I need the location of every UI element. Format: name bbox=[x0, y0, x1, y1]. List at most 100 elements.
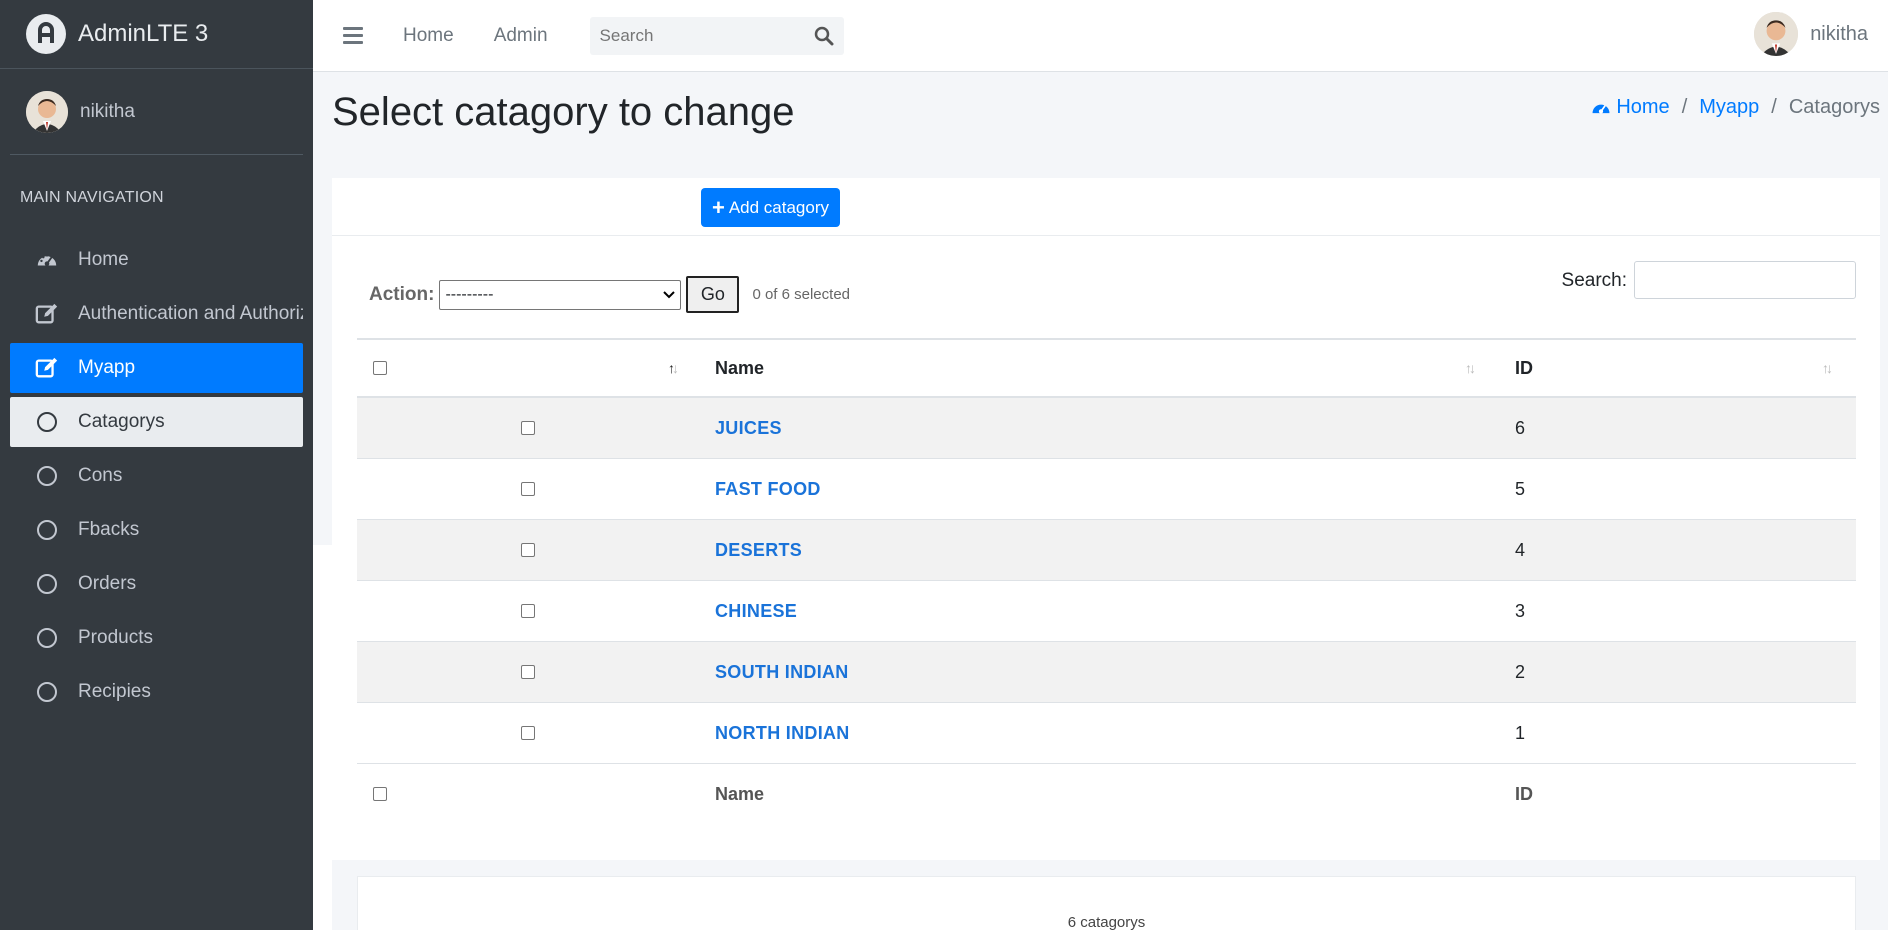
dashboard-icon bbox=[1592, 104, 1610, 113]
search-label: Search: bbox=[1561, 270, 1627, 291]
sidebar-item-orders[interactable]: Orders bbox=[10, 559, 303, 609]
chevron-down-icon bbox=[663, 290, 676, 298]
breadcrumb-myapp[interactable]: Myapp bbox=[1699, 96, 1759, 119]
result-list-table: ↑↓ Name ↑↓ ID ↑↓ JUICES 6 FAST FOOD 5 DE… bbox=[357, 338, 1856, 824]
adminlte-logo-icon bbox=[26, 14, 66, 54]
sidebar-item-myapp[interactable]: Myapp bbox=[10, 343, 303, 393]
breadcrumb-home-label: Home bbox=[1616, 96, 1670, 118]
sidebar-item-products[interactable]: Products bbox=[10, 613, 303, 663]
sidebar-item-label: Cons bbox=[78, 465, 123, 486]
table-row: CHINESE 3 bbox=[357, 581, 1856, 642]
row-id: 4 bbox=[1515, 539, 1526, 560]
row-name-link[interactable]: FAST FOOD bbox=[715, 479, 821, 500]
circle-icon bbox=[34, 517, 60, 543]
sidebar-item-label: Myapp bbox=[78, 357, 136, 378]
content-edge bbox=[313, 545, 332, 930]
circle-icon bbox=[34, 463, 60, 489]
plus-icon: + bbox=[711, 194, 725, 220]
row-checkbox[interactable] bbox=[521, 543, 535, 557]
row-name-link[interactable]: SOUTH INDIAN bbox=[715, 662, 849, 683]
sidebar-item-label: Home bbox=[78, 249, 129, 270]
row-name-link[interactable]: CHINESE bbox=[715, 601, 797, 622]
row-id: 6 bbox=[1515, 417, 1526, 438]
sidebar-item-label: Recipies bbox=[78, 681, 151, 702]
breadcrumb: Home / Myapp / Catagorys bbox=[1590, 96, 1880, 119]
nav-link-admin[interactable]: Admin bbox=[494, 25, 548, 47]
column-footer-name: Name bbox=[715, 783, 765, 804]
sidebar-item-label: Catagorys bbox=[78, 411, 165, 432]
sort-icon[interactable]: ↑↓ bbox=[1465, 360, 1476, 376]
sidebar-user-name: nikitha bbox=[80, 100, 135, 122]
row-id: 3 bbox=[1515, 600, 1526, 621]
table-footer: Name ID bbox=[357, 764, 1856, 824]
action-select[interactable]: --------- bbox=[439, 279, 682, 310]
select-all-checkbox-footer[interactable] bbox=[373, 787, 387, 801]
column-header-name[interactable]: Name bbox=[715, 358, 764, 379]
circle-icon bbox=[34, 625, 60, 651]
breadcrumb-separator: / bbox=[1681, 96, 1688, 118]
action-selected-value: --------- bbox=[445, 285, 494, 303]
user-avatar-icon bbox=[1754, 12, 1799, 56]
navbar-search bbox=[589, 16, 844, 55]
breadcrumb-current: Catagorys bbox=[1788, 96, 1880, 118]
table-row: NORTH INDIAN 1 bbox=[357, 703, 1856, 764]
edit-icon bbox=[34, 355, 60, 381]
table-row: FAST FOOD 5 bbox=[357, 459, 1856, 520]
sidebar-item-home[interactable]: Home bbox=[10, 235, 303, 285]
result-count: 6 catagorys bbox=[1067, 914, 1146, 930]
row-checkbox[interactable] bbox=[521, 482, 535, 496]
row-id: 2 bbox=[1515, 661, 1526, 682]
selected-counter: 0 of 6 selected bbox=[752, 286, 851, 303]
circle-icon bbox=[34, 571, 60, 597]
changelist-search-input[interactable] bbox=[1634, 261, 1856, 299]
paginator: 6 catagorys bbox=[357, 876, 1856, 930]
actions-bar: Action: --------- Go 0 of 6 selected bbox=[369, 276, 850, 313]
column-header-id[interactable]: ID bbox=[1515, 358, 1533, 379]
row-checkbox[interactable] bbox=[521, 604, 535, 618]
go-button[interactable]: Go bbox=[686, 276, 740, 313]
sidebar-item-recipies[interactable]: Recipies bbox=[10, 667, 303, 717]
nav-header: MAIN NAVIGATION bbox=[20, 189, 164, 206]
row-id: 5 bbox=[1515, 478, 1526, 499]
brand-text: AdminLTE 3 bbox=[78, 20, 209, 47]
sort-icon[interactable]: ↑↓ bbox=[668, 360, 679, 376]
nav-link-home[interactable]: Home bbox=[403, 25, 454, 47]
breadcrumb-separator: / bbox=[1771, 96, 1777, 118]
sidebar-item-cons[interactable]: Cons bbox=[10, 451, 303, 501]
row-checkbox[interactable] bbox=[521, 421, 535, 435]
menu-toggle-icon[interactable] bbox=[343, 27, 363, 44]
edit-icon bbox=[34, 301, 60, 327]
row-name-link[interactable]: JUICES bbox=[715, 418, 782, 439]
row-name-link[interactable]: DESERTS bbox=[715, 540, 802, 561]
search-icon[interactable] bbox=[814, 26, 834, 46]
row-checkbox[interactable] bbox=[521, 726, 535, 740]
navbar-search-input[interactable] bbox=[599, 25, 800, 46]
top-navbar: Home Admin nikitha bbox=[313, 0, 1888, 72]
sidebar-item-label: Fbacks bbox=[78, 519, 140, 540]
sidebar-item-label: Products bbox=[78, 627, 153, 648]
circle-icon bbox=[34, 409, 60, 435]
row-name-link[interactable]: NORTH INDIAN bbox=[715, 723, 850, 744]
dashboard-icon bbox=[34, 247, 60, 273]
sidebar-item-authentication[interactable]: Authentication and Authoriz bbox=[10, 289, 303, 339]
row-checkbox[interactable] bbox=[521, 665, 535, 679]
table-row: JUICES 6 bbox=[357, 398, 1856, 459]
sidebar-item-fbacks[interactable]: Fbacks bbox=[10, 505, 303, 555]
navbar-user-menu[interactable]: nikitha bbox=[1754, 12, 1868, 56]
row-id: 1 bbox=[1515, 722, 1526, 743]
sidebar-user-panel[interactable]: nikitha bbox=[10, 69, 303, 155]
column-footer-id: ID bbox=[1515, 783, 1533, 804]
main-sidebar: AdminLTE 3 nikitha MAIN NAVIGATION Home … bbox=[0, 0, 313, 930]
circle-icon bbox=[34, 679, 60, 705]
add-catagory-label: Add catagory bbox=[728, 197, 830, 217]
navbar-user-name: nikitha bbox=[1810, 22, 1868, 45]
changelist-card: Action: --------- Go 0 of 6 selected Sea… bbox=[332, 236, 1880, 930]
sidebar-item-catagorys[interactable]: Catagorys bbox=[10, 397, 303, 447]
table-header: ↑↓ Name ↑↓ ID ↑↓ bbox=[357, 338, 1856, 398]
brand-link[interactable]: AdminLTE 3 bbox=[0, 0, 313, 69]
add-catagory-button[interactable]: + Add catagory bbox=[701, 188, 840, 227]
sort-icon[interactable]: ↑↓ bbox=[1822, 360, 1833, 376]
object-tools: + Add catagory bbox=[332, 178, 1880, 236]
select-all-checkbox[interactable] bbox=[373, 361, 387, 375]
breadcrumb-home[interactable]: Home bbox=[1590, 96, 1670, 119]
